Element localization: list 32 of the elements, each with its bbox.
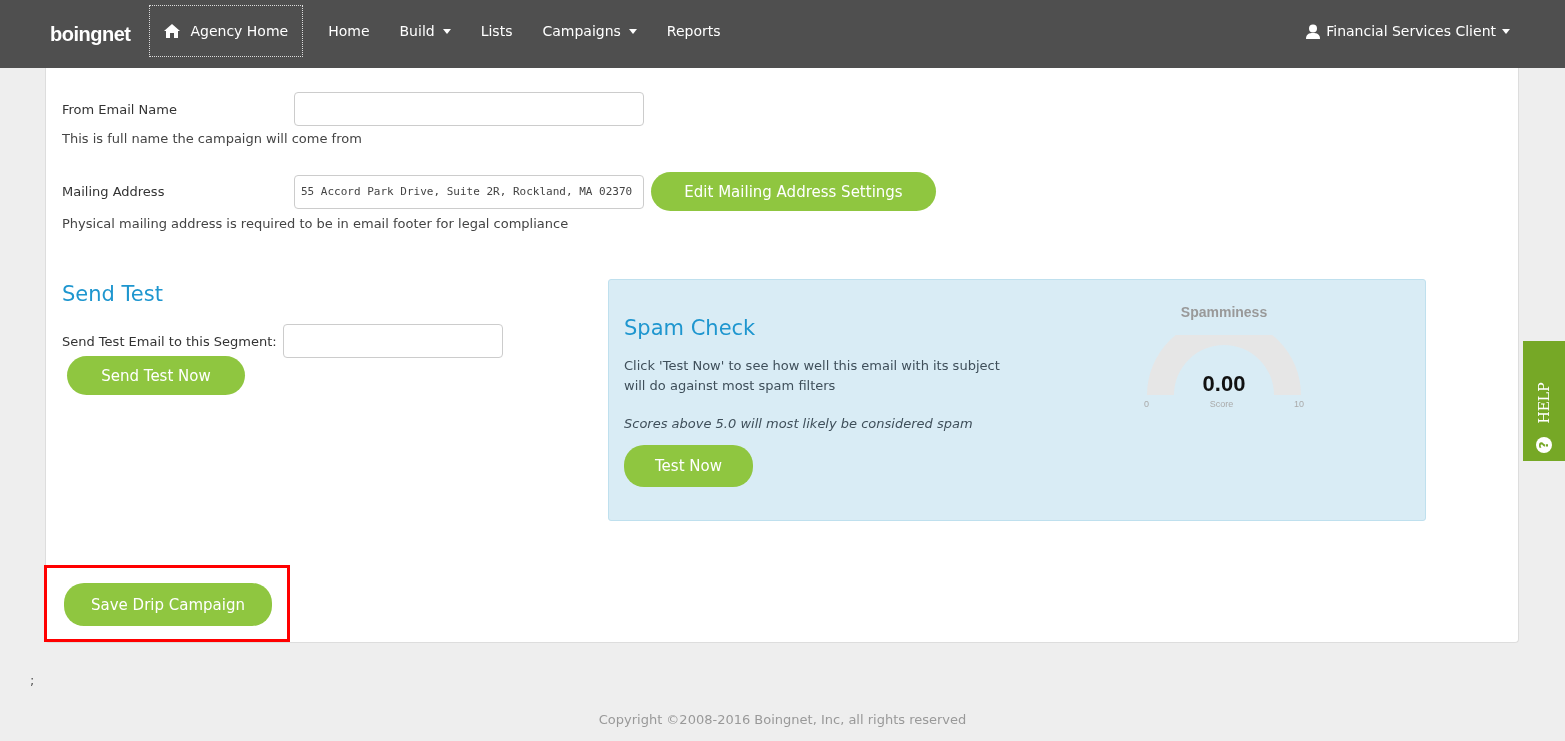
segment-input-field[interactable] [282,324,503,358]
gauge-title: Spamminess [1180,304,1268,320]
field-label: Send Test Email to this Segment: [62,333,277,349]
nav-link[interactable]: Home [313,6,385,56]
field-label: From Email Name [62,101,178,117]
stray-text: ; [30,673,36,688]
caret-icon [1502,28,1510,34]
caret-icon [442,28,451,34]
nav-link[interactable]: Campaigns [527,6,652,56]
caret-icon [628,28,637,34]
field-label: Mailing Address [62,184,166,199]
gauge-value: 0.00 [1202,371,1246,397]
nav-link[interactable]: Build [384,6,466,56]
section-heading: Spam Check [624,316,757,340]
section-heading: Send Test [62,282,164,306]
copyright-text: Copyright ©2008-2016 Boingnet, Inc, all rights reserved [597,712,968,727]
description-text: Click 'Test Now' to see how well this email with its subject will do against most spam filters [624,357,1001,395]
nav-link[interactable]: Lists [465,6,528,56]
help-text: This is full name the campaign will come from [62,131,363,146]
nav-link[interactable]: Reports [651,6,736,56]
user-icon [1306,23,1321,39]
gauge-caption: Score [1209,399,1234,409]
help-text: Physical mailing address is required to be in email footer for legal compliance [62,216,570,231]
home-icon [164,24,181,38]
text-input-field[interactable]: 55 Accord Park Drive, Suite 2R, Rockland, MA 02370 [294,174,644,209]
nav-link[interactable]: Agency Home [149,5,304,57]
scale-max: 10 [1293,399,1304,409]
scale-min: 0 [1144,399,1149,409]
text-input-field[interactable] [294,92,644,126]
logo[interactable]: boingnet [50,22,131,46]
user-menu[interactable]: Financial Services Client [1306,23,1510,39]
note-text: Scores above 5.0 will most likely be considered spam [624,416,974,431]
